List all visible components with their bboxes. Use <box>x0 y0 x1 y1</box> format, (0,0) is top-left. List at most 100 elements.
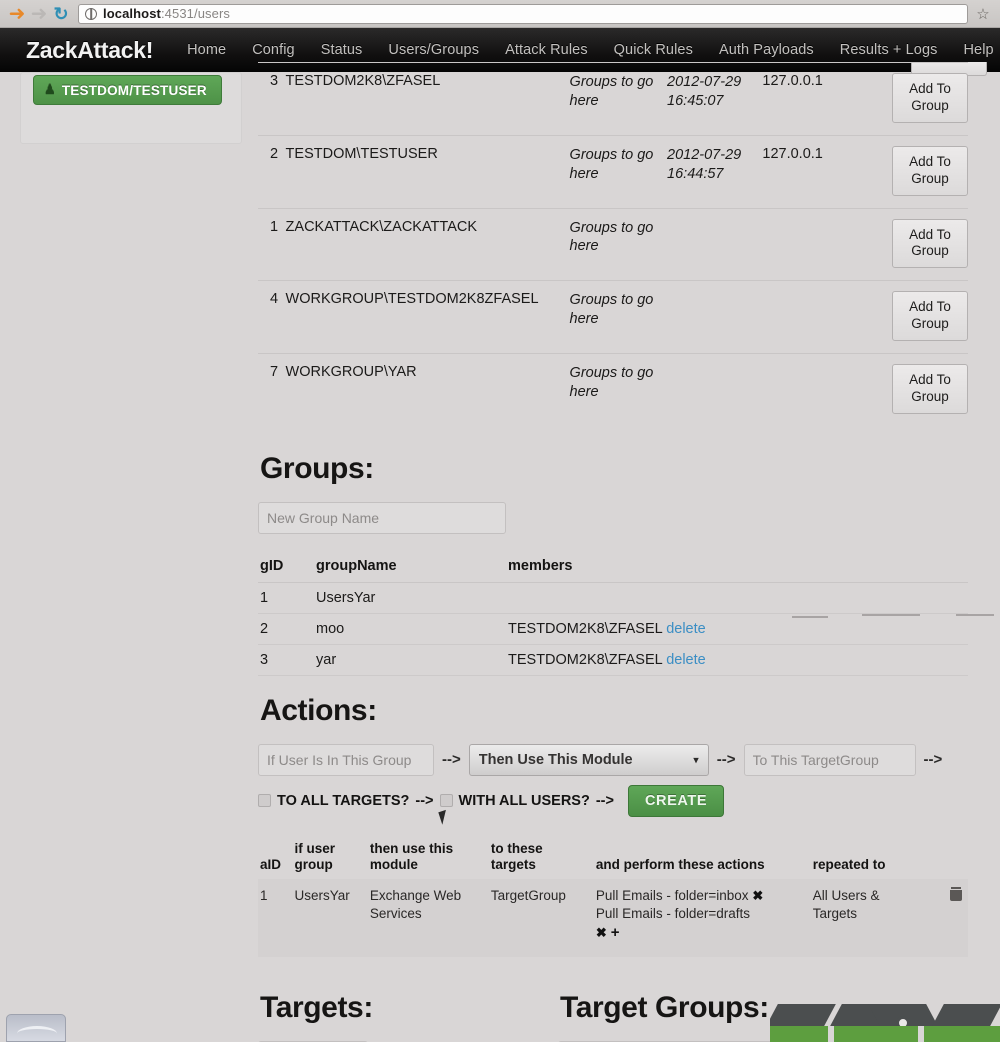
remove-action-icon[interactable]: ✖ <box>752 888 763 903</box>
brand-title: ZackAttack! <box>26 36 154 63</box>
to-targetgroup-input[interactable] <box>743 743 916 776</box>
bottom-sections: Targets: -> Submit Target Groups: -> <box>258 987 968 1042</box>
actions-header-aid: aID <box>260 856 282 872</box>
user-ip <box>762 281 879 354</box>
groups-table-header: gID groupName members <box>258 555 968 583</box>
nav-item-attack-rules[interactable]: Attack Rules <box>505 42 588 58</box>
delete-member-link[interactable]: delete <box>666 652 706 668</box>
user-groups: Groups to go here <box>569 365 654 400</box>
user-groups: Groups to go here <box>569 146 654 182</box>
current-user-panel: ♟ TESTDOM/TESTUSER <box>20 72 242 144</box>
user-name: TESTDOM\TESTUSER <box>285 145 438 162</box>
group-members: TESTDOM2K8\ZFASEL delete <box>508 613 968 645</box>
remove-action-icon[interactable]: ✖ <box>596 925 607 940</box>
options-arrow-2: --> <box>595 792 614 809</box>
nav-item-users-groups[interactable]: Users/Groups <box>388 42 479 58</box>
action-item-label: Pull Emails - folder=drafts <box>595 905 751 921</box>
table-row: 2 TESTDOM\TESTUSER Groups to go here 201… <box>258 135 968 208</box>
nav-item-help[interactable]: Help <box>963 42 993 58</box>
table-row: 3 TESTDOM2K8\ZFASEL Groups to go here 20… <box>258 62 968 136</box>
address-bar[interactable]: localhost:4531/users <box>78 3 968 24</box>
actions-header-delete <box>922 839 968 879</box>
bookmark-star-icon[interactable]: ☆ <box>972 3 994 25</box>
add-to-group-button[interactable]: Add To Group <box>892 364 968 414</box>
user-groups: Groups to go here <box>569 219 654 255</box>
user-ip: 127.0.0.1 <box>762 73 823 89</box>
user-name: WORKGROUP\YAR <box>285 364 417 380</box>
user-ip: 127.0.0.1 <box>762 145 823 162</box>
user-ip <box>762 354 879 426</box>
create-button[interactable]: CREATE <box>627 784 725 817</box>
module-select[interactable]: Then Use This Module <box>468 743 709 776</box>
forward-arrow-icon[interactable]: ➜ <box>28 3 50 25</box>
user-name: WORKGROUP\TESTDOM2K8ZFASEL <box>285 291 539 308</box>
site-globe-icon <box>85 7 97 20</box>
add-to-group-cell: Add To Group <box>879 208 968 281</box>
add-to-group-button[interactable]: Add To Group <box>892 145 968 196</box>
taskbar-icon[interactable] <box>6 1014 66 1042</box>
target-groups-heading: Target Groups: <box>560 991 769 1025</box>
nav-item-auth-payloads[interactable]: Auth Payloads <box>719 42 814 58</box>
nav-item-config[interactable]: Config <box>252 42 295 58</box>
all-targets-label: TO ALL TARGETS? <box>277 792 410 809</box>
module-select-wrapper: Then Use This Module <box>468 743 709 776</box>
user-id: 1 <box>270 218 279 235</box>
add-action-icon[interactable]: + <box>611 924 620 941</box>
current-user-label: TESTDOM/TESTUSER <box>61 82 207 98</box>
groups-header-gid: gID <box>258 555 316 583</box>
group-id: 2 <box>258 613 316 645</box>
user-timestamp: 2012-07-29 16:45:07 <box>667 74 742 109</box>
groups-header-members: members <box>508 555 968 583</box>
builder-arrow-2: --> <box>716 751 736 769</box>
user-timestamp <box>667 281 762 354</box>
artifact-line <box>862 614 920 616</box>
user-timestamp <box>667 208 762 281</box>
table-row: 3 yar TESTDOM2K8\ZFASEL delete <box>258 644 968 676</box>
target-groups-section: Target Groups: -> Submit <box>558 987 918 1042</box>
actions-header-module: then use this module <box>369 840 454 872</box>
action-options-row: TO ALL TARGETS? --> WITH ALL USERS? --> … <box>258 784 968 817</box>
add-to-group-button[interactable]: Add To Group <box>892 218 968 269</box>
all-targets-checkbox[interactable] <box>258 794 271 808</box>
group-members <box>508 582 968 614</box>
actions-header-actions: and perform these actions <box>595 856 765 872</box>
group-member-name: TESTDOM2K8\ZFASEL <box>508 651 663 668</box>
action-actions-cell: Pull Emails - folder=inbox ✖ Pull Emails… <box>596 879 813 958</box>
trash-icon[interactable] <box>950 886 962 901</box>
actions-heading: Actions: <box>260 693 377 727</box>
action-item: Pull Emails - folder=inbox ✖ <box>596 887 805 905</box>
artifact-line <box>792 616 828 618</box>
user-ip <box>762 208 879 281</box>
action-item-controls: ✖ + <box>596 923 805 943</box>
group-name: yar <box>316 644 508 676</box>
delete-member-link[interactable]: delete <box>666 621 706 637</box>
url-text: localhost:4531/users <box>103 6 230 21</box>
action-repeated: All Users & Targets <box>812 887 880 921</box>
add-to-group-cell: Add To Group <box>879 135 968 208</box>
group-members: TESTDOM2K8\ZFASEL delete <box>508 644 968 676</box>
nav-item-results-logs[interactable]: Results + Logs <box>840 42 938 58</box>
if-user-group-input[interactable] <box>258 743 434 776</box>
new-group-name-input[interactable] <box>258 501 506 534</box>
back-arrow-icon[interactable]: ➜ <box>6 3 28 25</box>
add-to-group-button[interactable]: Add To Group <box>892 291 968 341</box>
add-to-group-cell: Add To Group <box>879 354 968 426</box>
user-id: 3 <box>270 73 279 89</box>
reload-icon[interactable]: ↻ <box>50 3 72 25</box>
actions-table-header: aID if user group then use this module t… <box>258 839 968 879</box>
group-id: 1 <box>258 582 316 614</box>
action-group: UsersYar <box>294 887 350 903</box>
nav-item-status[interactable]: Status <box>321 42 363 58</box>
browser-toolbar: ➜ ➜ ↻ localhost:4531/users ☆ <box>0 0 1000 28</box>
current-user-badge[interactable]: ♟ TESTDOM/TESTUSER <box>33 75 222 105</box>
user-groups: Groups to go here <box>569 292 654 328</box>
nav-item-home[interactable]: Home <box>187 42 226 58</box>
actions-header-targets: to these targets <box>490 840 543 872</box>
builder-arrow-3: --> <box>923 751 943 769</box>
screen-root: ➜ ➜ ↻ localhost:4531/users ☆ ZackAttack!… <box>0 0 1000 1042</box>
actions-table: aID if user group then use this module t… <box>258 839 968 958</box>
all-users-checkbox[interactable] <box>439 794 453 808</box>
add-to-group-button[interactable]: Add To Group <box>892 73 968 123</box>
nav-item-quick-rules[interactable]: Quick Rules <box>614 42 693 58</box>
action-builder-row: --> Then Use This Module --> --> <box>258 743 968 776</box>
